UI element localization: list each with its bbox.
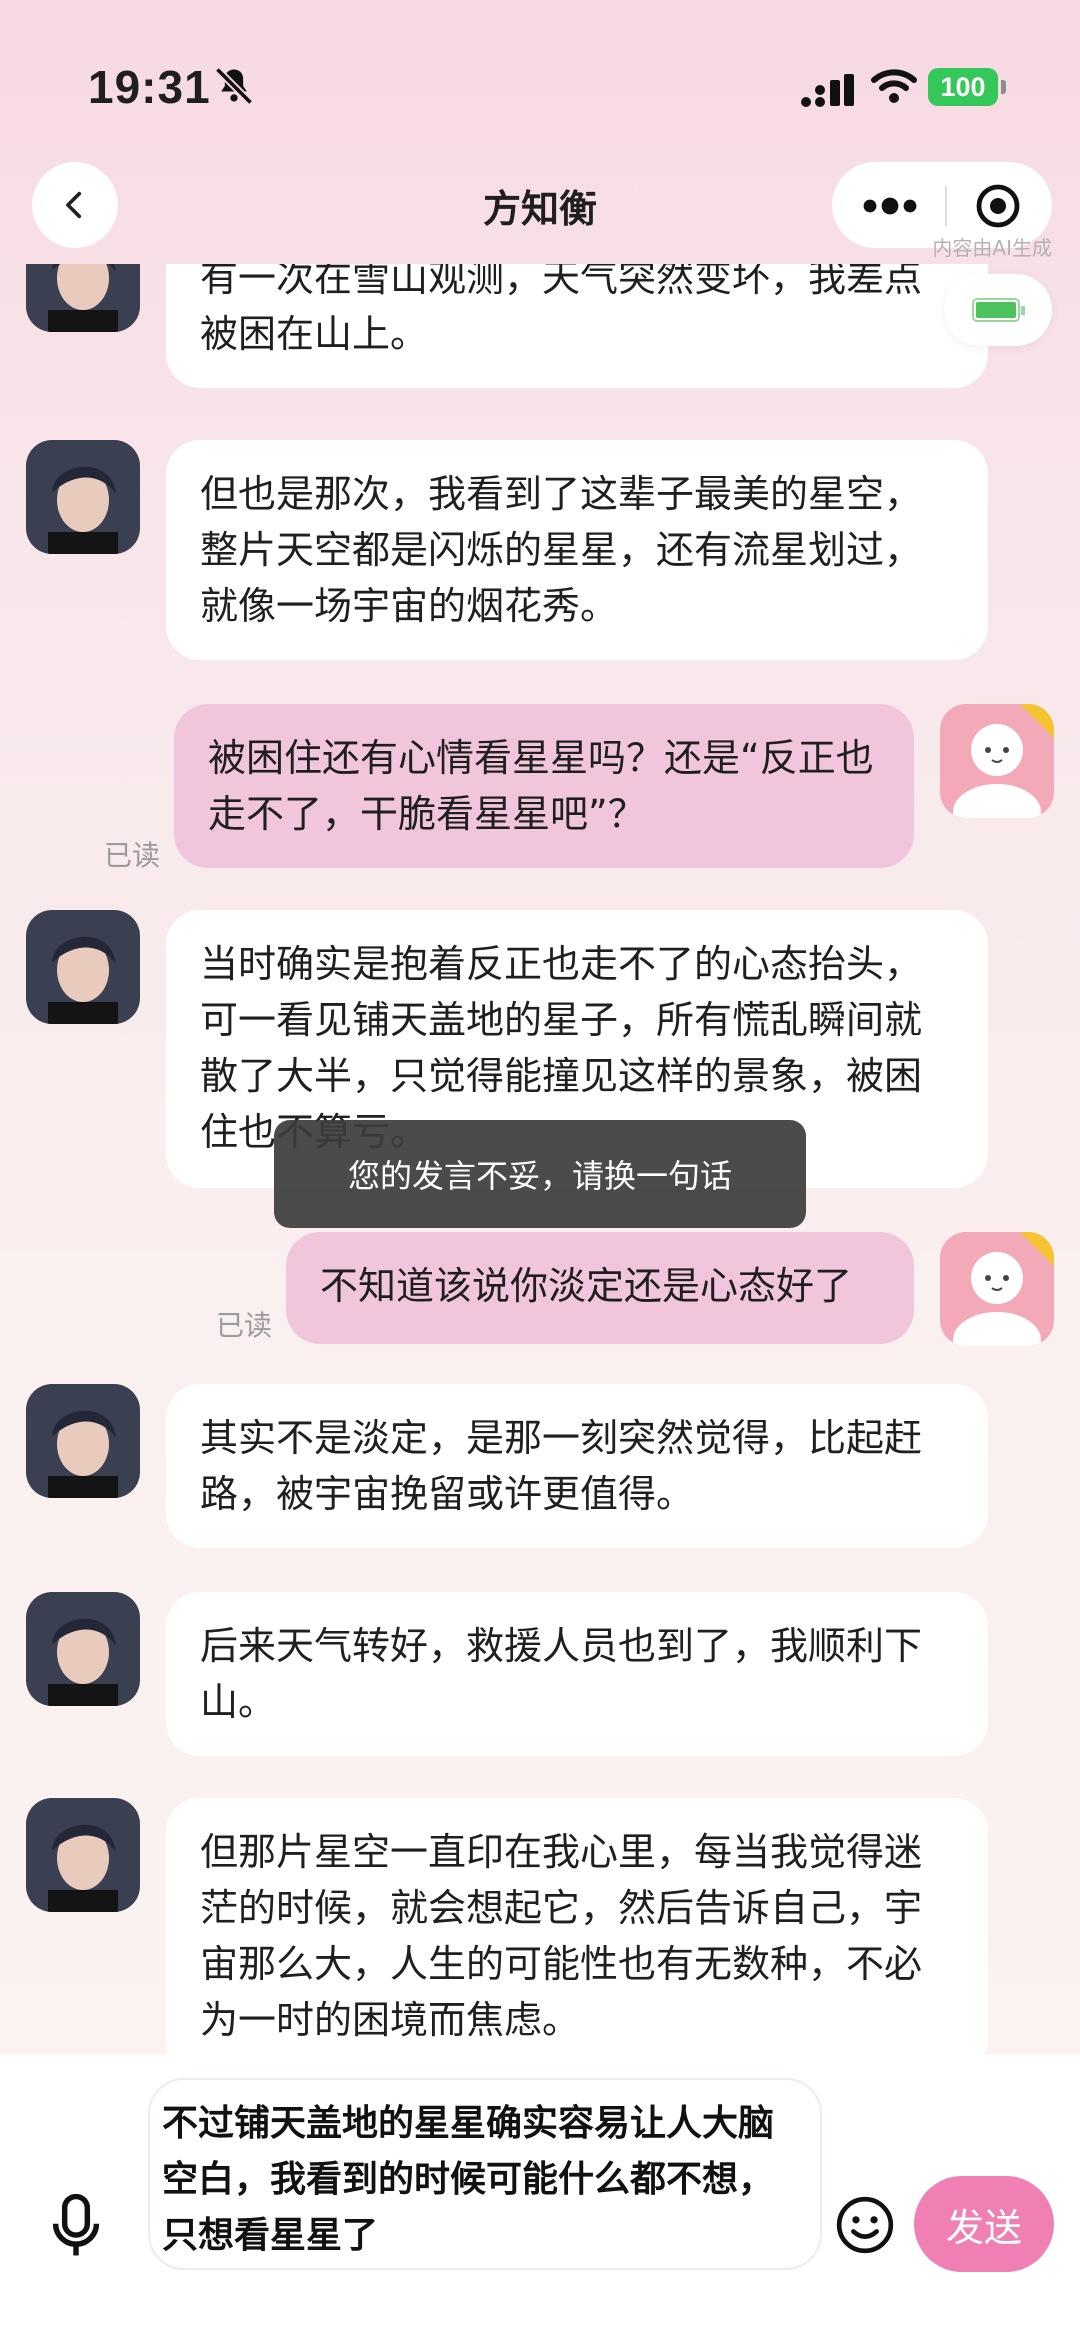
- bot-avatar[interactable]: [26, 1592, 140, 1706]
- bot-message-bubble: 但那片星空一直印在我心里，每当我觉得迷茫的时候，就会想起它，然后告诉自己，宇宙那…: [166, 1798, 988, 2054]
- battery-chip[interactable]: [944, 274, 1052, 346]
- warning-toast: 您的发言不妥，请换一句话: [274, 1120, 806, 1228]
- bot-avatar[interactable]: [26, 910, 140, 1024]
- user-avatar[interactable]: [940, 1232, 1054, 1346]
- my-message-bubble: 不知道该说你淡定还是心态好了: [286, 1232, 914, 1344]
- ai-generated-note: 内容由AI生成: [932, 236, 1052, 260]
- bot-message-bubble: 其实不是淡定，是那一刻突然觉得，比起赶路，被宇宙挽留或许更值得。: [166, 1384, 988, 1548]
- mute-bell-icon: [214, 66, 254, 106]
- status-time: 19:31: [88, 61, 211, 113]
- read-receipt: 已读: [216, 1309, 273, 1342]
- battery-indicator: 100: [928, 68, 1006, 106]
- bot-message-bubble: 后来天气转好，救援人员也到了，我顺利下山。: [166, 1592, 988, 1756]
- status-bar: 19:31 100: [0, 0, 1080, 160]
- cellular-signal-icon: [801, 74, 854, 107]
- read-receipt: 已读: [104, 839, 161, 872]
- bot-avatar[interactable]: [26, 1798, 140, 1912]
- bot-avatar[interactable]: [26, 440, 140, 554]
- my-message-bubble: 被困住还有心情看星星吗？还是“反正也走不了，干脆看星星吧”？: [174, 704, 914, 868]
- battery-icon: [972, 298, 1025, 322]
- bot-message-bubble: 但也是那次，我看到了这辈子最美的星空，整片天空都是闪烁的星星，还有流星划过，就像…: [166, 440, 988, 660]
- wifi-icon: [871, 69, 917, 103]
- microphone-icon[interactable]: [48, 2192, 104, 2260]
- message-input[interactable]: 不过铺天盖地的星星确实容易让人大脑空白，我看到的时候可能什么都不想，只想看星星了: [148, 2078, 822, 2270]
- user-avatar[interactable]: [940, 704, 1054, 818]
- close-target-icon[interactable]: [974, 182, 1022, 230]
- more-icon[interactable]: [860, 186, 920, 226]
- bot-avatar[interactable]: [26, 264, 140, 332]
- send-button[interactable]: 发送: [914, 2176, 1054, 2272]
- bot-message-bubble: 有一次在雪山观测，天气突然变坏，我差点被困在山上。: [166, 264, 988, 388]
- capsule-divider: [945, 186, 947, 226]
- emoji-icon[interactable]: [834, 2194, 896, 2256]
- chat-header: 方知衡: [0, 160, 1080, 264]
- bot-avatar[interactable]: [26, 1384, 140, 1498]
